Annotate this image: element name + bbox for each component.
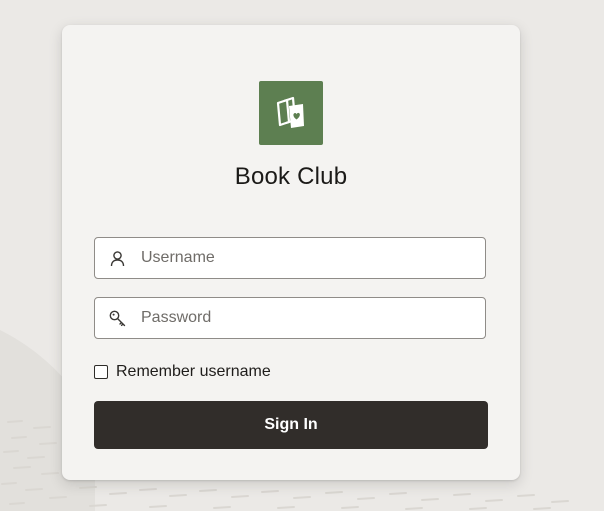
username-field[interactable] bbox=[94, 237, 486, 279]
remember-username-checkbox[interactable] bbox=[94, 365, 108, 379]
books-heart-icon bbox=[276, 96, 304, 128]
username-input[interactable] bbox=[141, 238, 475, 278]
app-title: Book Club bbox=[234, 163, 348, 190]
key-icon bbox=[109, 310, 126, 327]
password-input[interactable] bbox=[141, 298, 475, 338]
login-card: Book Club Remember username Sign In bbox=[62, 25, 520, 480]
sign-in-button[interactable]: Sign In bbox=[94, 401, 488, 449]
app-logo bbox=[259, 81, 323, 145]
password-field[interactable] bbox=[94, 297, 486, 339]
remember-username-label: Remember username bbox=[116, 363, 271, 380]
user-icon bbox=[110, 251, 125, 267]
remember-username-row[interactable]: Remember username bbox=[94, 362, 271, 382]
